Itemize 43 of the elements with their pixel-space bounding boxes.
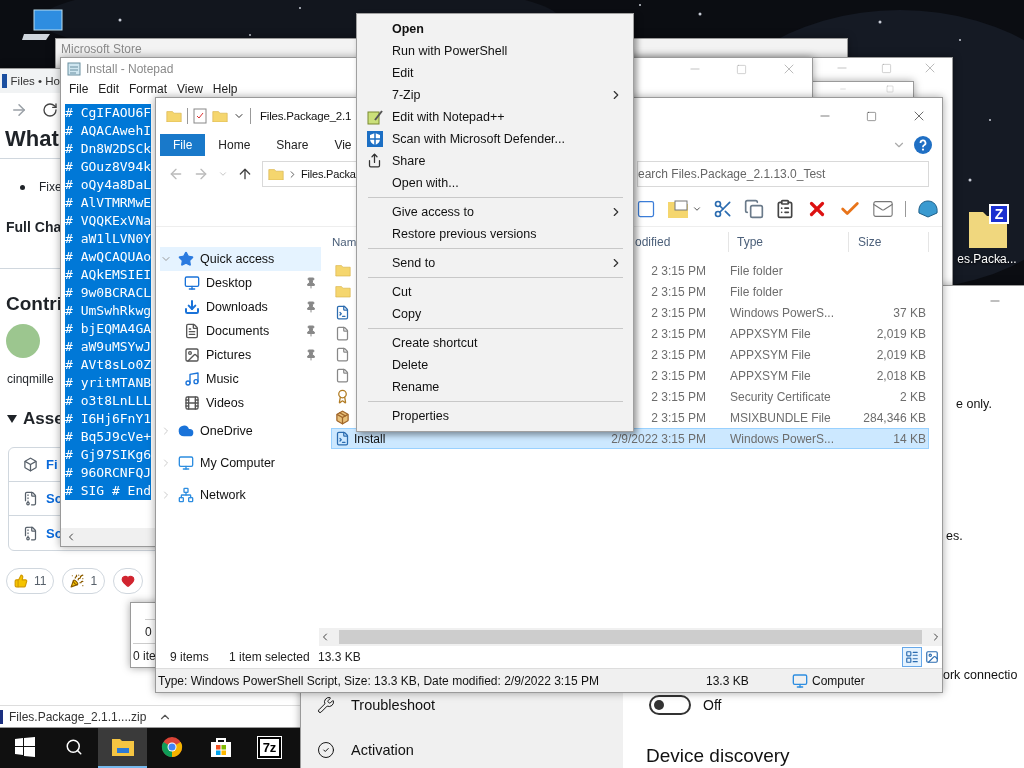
selection-count: 1 item selected xyxy=(229,650,311,664)
release-heading: What xyxy=(5,126,59,153)
settings-text: e only. xyxy=(956,396,993,412)
type-cell-text: Security Certificate xyxy=(729,389,832,404)
window-title: Microsoft Store xyxy=(61,42,142,56)
window-title: Files.Package_2.1 xyxy=(260,110,352,122)
date-cell-text: 2 3:15 PM xyxy=(650,326,707,341)
changelog-heading: Full Cha xyxy=(6,219,62,237)
item-count: 9 items xyxy=(170,650,210,664)
location-label: Computer xyxy=(812,673,865,688)
file-name: Install xyxy=(354,431,387,446)
details-size: 13.3 KB xyxy=(706,673,750,688)
contributors-heading: Contri xyxy=(6,293,62,316)
date-cell-text: 2 3:15 PM xyxy=(650,347,707,362)
date-cell-text: 2 3:15 PM xyxy=(650,263,707,278)
size-cell-text: 284,346 KB xyxy=(862,410,926,425)
settings-text: ork connectio xyxy=(943,667,1019,683)
size-cell-text: 2 KB xyxy=(899,389,926,404)
type-cell-text: APPXSYM File xyxy=(729,326,812,341)
size-cell-text: 37 KB xyxy=(892,305,926,320)
selection-size: 13.3 KB xyxy=(318,650,362,664)
file-details: Type: Windows PowerShell Script, Size: 13.3 KB, Date modified: 2/9/2022 3:15 PM xyxy=(158,673,600,688)
toggle-label: Off xyxy=(703,697,722,713)
type-cell-text: File folder xyxy=(729,284,784,299)
size-cell-text: 14 KB xyxy=(892,431,926,446)
type-cell-text: File folder xyxy=(729,263,784,278)
date-cell-text: 2/9/2022 3:15 PM xyxy=(610,431,707,446)
type-cell-text: APPXSYM File xyxy=(729,368,812,383)
type-cell-text: Windows PowerS... xyxy=(729,305,836,320)
section-heading: Device discovery xyxy=(646,745,791,767)
type-cell-text: APPXSYM File xyxy=(729,347,812,362)
type-cell-text: MSIXBUNDLE File xyxy=(729,410,832,425)
date-cell-text: 2 3:15 PM xyxy=(650,389,707,404)
size-cell-text: 2,019 KB xyxy=(875,326,926,341)
date-cell-text: 2 3:15 PM xyxy=(650,305,707,320)
date-cell-text: 2 3:15 PM xyxy=(650,368,707,383)
window-title: Install - Notepad xyxy=(86,62,174,76)
type-cell-text: Windows PowerS... xyxy=(729,431,836,446)
settings-text: es. xyxy=(946,528,964,544)
date-cell-text: 2 3:15 PM xyxy=(650,410,707,425)
size-cell-text: 2,018 KB xyxy=(875,368,926,383)
size-cell-text: 2,019 KB xyxy=(875,347,926,362)
date-cell-text: 2 3:15 PM xyxy=(650,284,707,299)
